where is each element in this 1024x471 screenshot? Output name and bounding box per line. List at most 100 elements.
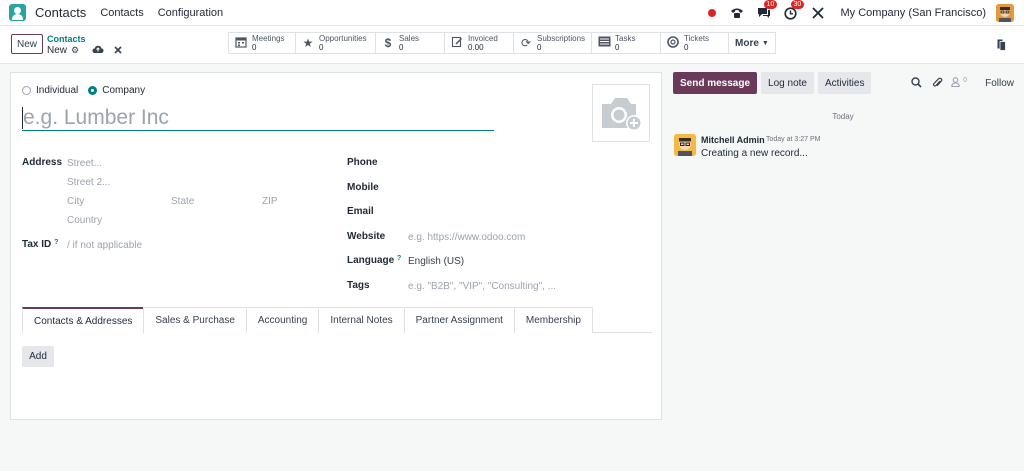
tickets-label: Tickets — [684, 34, 710, 43]
taxid-help-icon[interactable]: ? — [54, 239, 58, 246]
add-contact-button[interactable]: Add — [22, 346, 54, 367]
phone-icon[interactable] — [729, 5, 745, 21]
tags-label: Tags — [347, 280, 370, 291]
app-name[interactable]: Contacts — [35, 5, 86, 20]
top-navbar: Contacts Contacts Configuration 10 30 My… — [0, 0, 1024, 26]
subscriptions-label: Subscriptions — [537, 34, 586, 43]
gear-icon[interactable]: ⚙ — [71, 45, 79, 56]
camera-plus-icon — [602, 98, 642, 131]
tab-partner-assignment[interactable]: Partner Assignment — [403, 307, 515, 333]
tab-membership[interactable]: Membership — [513, 307, 593, 333]
message-body: Creating a new record... — [701, 148, 808, 159]
phone-label: Phone — [347, 157, 378, 168]
subscriptions-value: 0 — [537, 43, 542, 52]
activities-button[interactable]: Activities — [817, 72, 872, 94]
company-type-radio: Individual Company — [22, 85, 155, 96]
message-author[interactable]: Mitchell Admin — [701, 135, 765, 145]
taxid-label: Tax ID ? — [22, 239, 58, 250]
company-switcher[interactable]: My Company (San Francisco) — [841, 7, 987, 19]
bookmark-icon[interactable] — [997, 39, 1006, 54]
smart-button-subscriptions[interactable]: ⟳ Subscriptions 0 — [513, 32, 591, 54]
website-label: Website — [347, 231, 386, 242]
tasks-label: Tasks — [615, 34, 636, 43]
tab-accounting[interactable]: Accounting — [245, 307, 320, 333]
form-sheet: Individual Company e.g. Lumber Inc Addre… — [10, 72, 662, 420]
menu-configuration[interactable]: Configuration — [158, 7, 223, 19]
debug-tools-icon[interactable] — [810, 5, 826, 21]
taxid-input[interactable]: / if not applicable — [67, 240, 142, 251]
activity-count-badge: 30 — [790, 0, 805, 9]
new-button[interactable]: New — [11, 34, 43, 54]
language-help-icon[interactable]: ? — [397, 255, 401, 262]
tasks-icon — [597, 36, 611, 50]
tab-contacts-addresses[interactable]: Contacts & Addresses — [22, 307, 145, 334]
language-label-text: Language — [347, 255, 395, 266]
send-message-button[interactable]: Send message — [673, 72, 758, 94]
smart-button-tickets[interactable]: Tickets 0 — [660, 32, 728, 54]
dollar-icon: $ — [384, 36, 392, 50]
state-input[interactable]: State — [171, 196, 194, 207]
smart-button-meetings[interactable]: Meetings 0 — [228, 32, 295, 54]
company-label[interactable]: Company — [102, 85, 145, 96]
tab-sales-purchase[interactable]: Sales & Purchase — [143, 307, 247, 333]
breadcrumb-contacts[interactable]: Contacts — [47, 34, 86, 44]
contacts-app-icon[interactable] — [9, 4, 26, 21]
city-input[interactable]: City — [67, 196, 84, 207]
tickets-value: 0 — [684, 43, 689, 52]
followers-icon[interactable]: 0 — [951, 77, 967, 90]
breadcrumb-current-label: New — [47, 45, 68, 56]
sales-label: Sales — [399, 34, 420, 43]
caret-down-icon: ▼ — [761, 39, 769, 47]
opportunities-value: 0 — [319, 43, 324, 52]
sales-value: 0 — [399, 43, 404, 52]
activity-clock-icon[interactable]: 30 — [783, 0, 805, 21]
smart-button-tasks[interactable]: Tasks 0 — [591, 32, 660, 54]
message-author-avatar[interactable] — [674, 134, 696, 156]
chatter-topbar: Send message Log note Activities 0 Follo… — [672, 72, 1024, 94]
save-cloud-icon[interactable] — [92, 45, 104, 57]
tasks-value: 0 — [615, 43, 620, 52]
tab-internal-notes[interactable]: Internal Notes — [318, 307, 405, 333]
discard-close-icon[interactable] — [114, 45, 122, 57]
meetings-label: Meetings — [252, 34, 285, 43]
language-label: Language ? — [347, 255, 401, 266]
radio-individual[interactable] — [22, 86, 31, 95]
image-upload[interactable] — [592, 84, 650, 142]
taxid-label-text: Tax ID — [22, 239, 52, 250]
paperclip-icon[interactable] — [932, 77, 943, 92]
recording-indicator-icon[interactable] — [707, 9, 716, 17]
follow-button[interactable]: Follow — [985, 78, 1014, 89]
smart-button-opportunities[interactable]: ★ Opportunities 0 — [295, 32, 375, 54]
street2-input[interactable]: Street 2... — [67, 177, 110, 188]
language-select[interactable]: English (US) — [408, 256, 464, 267]
street-input[interactable]: Street... — [67, 158, 102, 169]
zip-input[interactable]: ZIP — [262, 196, 278, 207]
text-cursor — [22, 107, 23, 129]
notebook-tabs: Contacts & Addresses Sales & Purchase Ac… — [22, 307, 652, 334]
control-panel: New Contacts New ⚙ Meetings 0 ★ Opportuni… — [0, 26, 1024, 64]
followers-count: 0 — [963, 77, 967, 84]
star-icon: ★ — [302, 36, 314, 50]
date-separator: Today — [832, 112, 854, 121]
country-input[interactable]: Country — [67, 215, 102, 226]
smart-buttons: Meetings 0 ★ Opportunities 0 $ Sales 0 Invo… — [228, 32, 776, 54]
website-input[interactable]: e.g. https://www.odoo.com — [408, 232, 525, 243]
mobile-label: Mobile — [347, 182, 379, 193]
smart-button-sales[interactable]: $ Sales 0 — [375, 32, 444, 54]
menu-contacts[interactable]: Contacts — [100, 7, 143, 19]
more-label: More — [735, 37, 759, 49]
company-name-input[interactable]: e.g. Lumber Inc — [22, 105, 494, 131]
more-dropdown[interactable]: More ▼ — [728, 32, 776, 54]
individual-label[interactable]: Individual — [36, 85, 78, 96]
tags-input[interactable]: e.g. "B2B", "VIP", "Consulting", ... — [408, 281, 556, 292]
smart-button-invoiced[interactable]: Invoiced 0.00 — [444, 32, 513, 54]
search-icon[interactable] — [911, 77, 922, 91]
invoiced-label: Invoiced — [468, 34, 498, 43]
user-avatar[interactable] — [996, 4, 1014, 22]
refresh-icon: ⟳ — [520, 36, 532, 50]
radio-company[interactable] — [88, 86, 98, 95]
log-note-button[interactable]: Log note — [761, 72, 814, 94]
invoice-icon — [450, 36, 464, 51]
chat-icon[interactable]: 10 — [756, 0, 778, 21]
meetings-value: 0 — [252, 43, 257, 52]
